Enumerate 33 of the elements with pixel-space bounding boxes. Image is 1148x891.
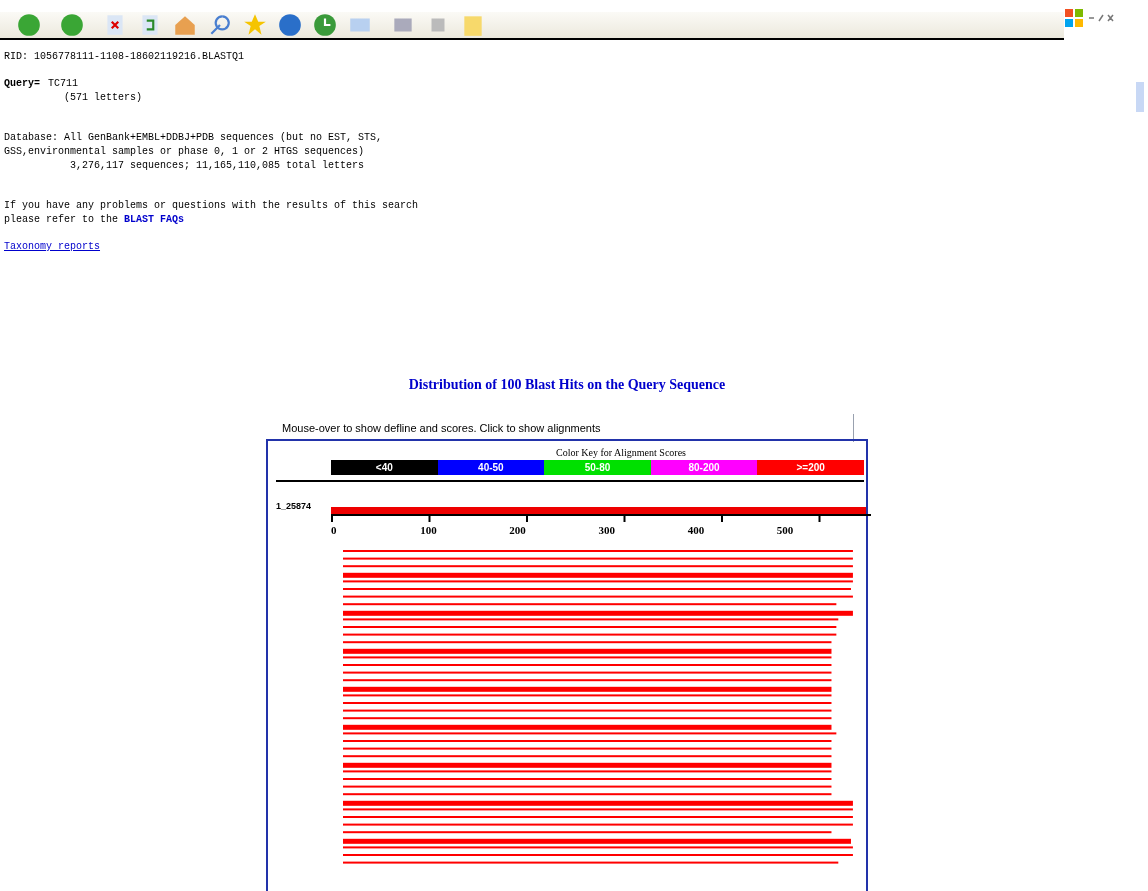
window-controls-icon[interactable] — [1088, 13, 1114, 23]
tick-label: 300 — [598, 522, 616, 538]
help-text: If you have any problems or questions with the results of this search — [4, 199, 420, 213]
tick-label: 0 — [331, 522, 338, 538]
tick-label: 100 — [420, 522, 438, 538]
color-key-segment: >=200 — [757, 460, 864, 475]
query-bar-label: 1_25874 — [276, 500, 313, 513]
tick-label: 400 — [687, 522, 706, 538]
tick-label: 200 — [509, 522, 527, 538]
key-title: Color Key for Alignment Scores — [556, 446, 686, 460]
database-text: GSS,environmental samples or phase 0, 1 or 2 HTGS sequences) — [4, 145, 366, 159]
query-name: TC711 — [48, 77, 79, 91]
scrollbar[interactable] — [1136, 82, 1144, 112]
faq-link[interactable]: BLAST FAQs — [124, 213, 185, 227]
database-text: Database: All GenBank+EMBL+DDBJ+PDB sequences (but no EST, STS, — [4, 131, 384, 145]
windows-logo-icon[interactable] — [1064, 8, 1084, 28]
help-text: please refer to the — [4, 213, 120, 227]
tick-label: 500 — [776, 522, 795, 538]
color-key-segment: 80-200 — [650, 460, 758, 475]
back-icon[interactable] — [16, 12, 42, 38]
globe-icon[interactable] — [277, 12, 303, 38]
color-key-segment: 40-50 — [437, 460, 545, 475]
rid-text: RID: 1056778111-1108-18602119216.BLASTQ1 — [4, 50, 246, 64]
database-text: 3,276,117 sequences; 11,165,110,085 total letters — [69, 159, 366, 173]
hint-text: Mouse-over to show defline and scores. Click to show alignments — [282, 420, 601, 436]
color-key-segment: 50-80 — [544, 460, 651, 475]
color-key-segment: <40 — [331, 460, 438, 475]
query-label: Query= — [4, 77, 40, 91]
forward-icon[interactable] — [59, 12, 85, 38]
graphic-title: Distribution of 100 Blast Hits on the Query Sequence — [408, 376, 726, 394]
query-length: (571 letters) — [63, 91, 143, 105]
taxonomy-link[interactable]: Taxonomy reports — [4, 240, 100, 254]
clock-icon[interactable] — [312, 12, 338, 38]
